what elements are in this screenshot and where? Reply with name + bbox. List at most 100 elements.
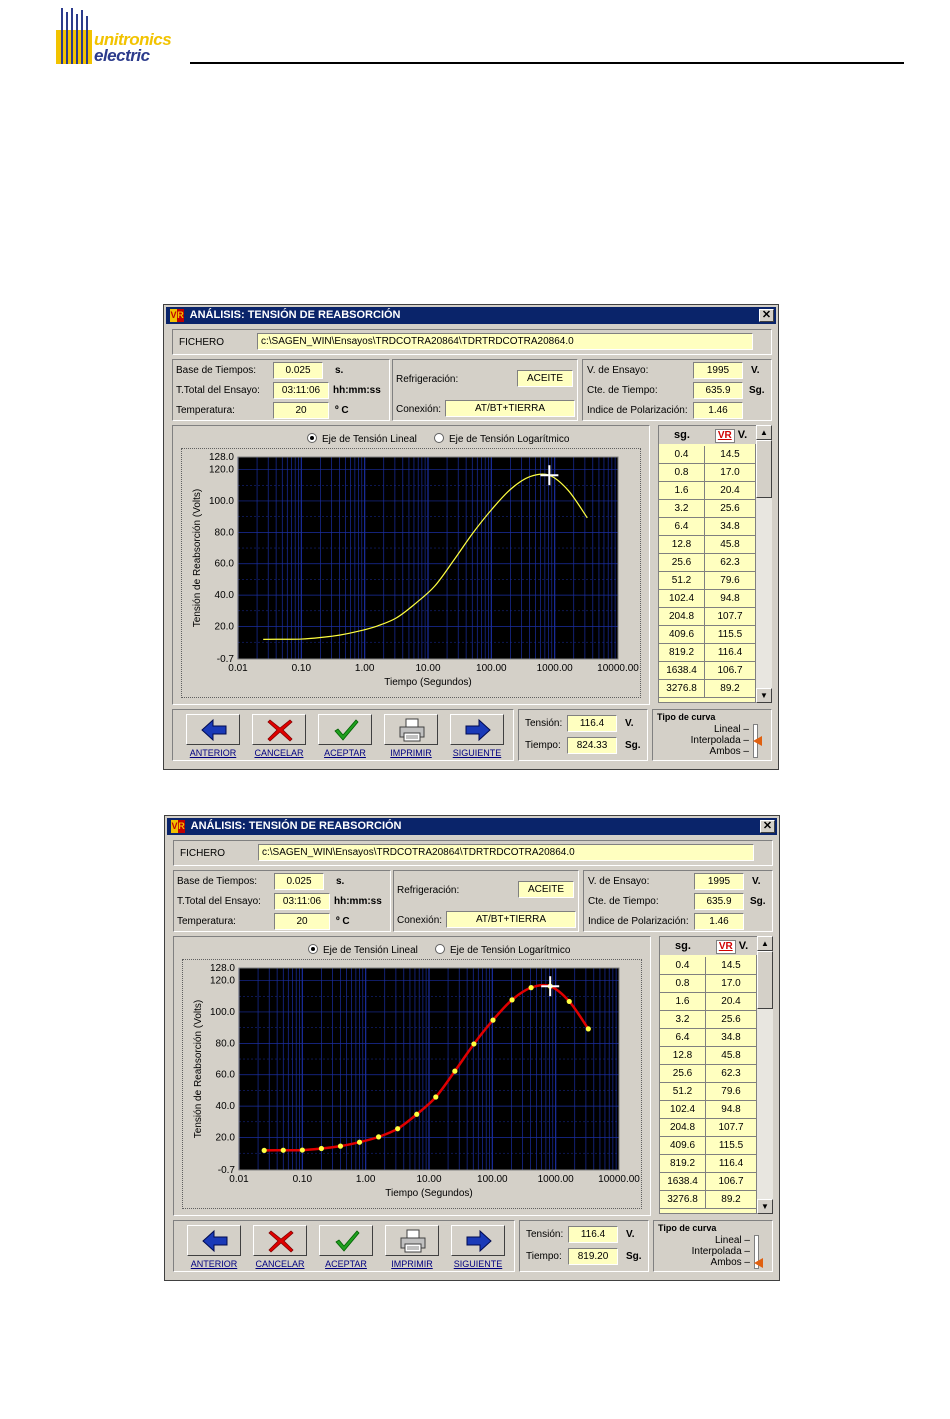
close-button[interactable]: ✕ <box>759 309 774 322</box>
table-cell-v[interactable]: 107.7 <box>706 1119 757 1137</box>
table-cell-v[interactable]: 94.8 <box>705 590 756 608</box>
cancelar-button[interactable]: CANCELAR <box>249 714 309 758</box>
tipo-ambos-option[interactable]: Ambos – <box>711 1257 750 1268</box>
table-cell-sg[interactable]: 409.6 <box>659 626 705 644</box>
table-cell-sg[interactable]: 1.6 <box>660 993 706 1011</box>
base-tiempos-field[interactable]: 0.025 <box>273 362 323 379</box>
table-cell-sg[interactable]: 3.2 <box>659 500 705 518</box>
table-cell-v[interactable]: 79.6 <box>706 1083 757 1101</box>
conexion-field[interactable]: AT/BT+TIERRA <box>445 400 575 417</box>
cancelar-button[interactable]: CANCELAR <box>250 1225 310 1269</box>
aceptar-button[interactable]: ACEPTAR <box>315 714 375 758</box>
table-cell-v[interactable]: 62.3 <box>706 1065 757 1083</box>
indice-pol-field[interactable]: 1.46 <box>693 402 743 419</box>
table-cell-v[interactable]: 14.5 <box>706 957 757 975</box>
v-ensayo-field[interactable]: 1995 <box>693 362 743 379</box>
table-cell-sg[interactable]: 409.6 <box>660 1137 706 1155</box>
table-cell-sg[interactable]: 3276.8 <box>659 680 705 698</box>
total-ensayo-field[interactable]: 03:11:06 <box>274 893 330 910</box>
temperatura-field[interactable]: 20 <box>273 402 329 419</box>
table-cell-sg[interactable]: 6.4 <box>660 1029 706 1047</box>
table-cell-sg[interactable]: 25.6 <box>659 554 705 572</box>
temperatura-field[interactable]: 20 <box>274 913 330 930</box>
siguiente-button[interactable]: SIGUIENTE <box>448 1225 508 1269</box>
table-cell-sg[interactable]: 3276.8 <box>660 1191 706 1209</box>
v-ensayo-field[interactable]: 1995 <box>694 873 744 890</box>
conexion-field[interactable]: AT/BT+TIERRA <box>446 911 576 928</box>
table-cell-v[interactable]: 115.5 <box>705 626 756 644</box>
table-cell-v[interactable]: 106.7 <box>705 662 756 680</box>
table-cell-sg[interactable]: 25.6 <box>660 1065 706 1083</box>
table-cell-v[interactable]: 17.0 <box>705 464 756 482</box>
tipo-interpolada-option[interactable]: Interpolada – <box>692 1246 750 1257</box>
radio-eje-logaritmico[interactable]: Eje de Tensión Logarítmico <box>435 944 570 956</box>
table-cell-v[interactable]: 25.6 <box>705 500 756 518</box>
fichero-path-field[interactable]: c:\SAGEN_WIN\Ensayos\TRDCOTRA20864\TDRTR… <box>258 844 754 861</box>
base-tiempos-field[interactable]: 0.025 <box>274 873 324 890</box>
siguiente-button[interactable]: SIGUIENTE <box>447 714 507 758</box>
data-table[interactable]: sg. VR V. 0.4 14.5 0.8 17.0 1.6 20.4 3.2 25.6 6.… <box>658 425 757 703</box>
scroll-thumb[interactable] <box>757 951 773 1009</box>
table-cell-sg[interactable]: 0.4 <box>659 446 705 464</box>
fichero-path-field[interactable]: c:\SAGEN_WIN\Ensayos\TRDCOTRA20864\TDRTR… <box>257 333 753 350</box>
indice-pol-field[interactable]: 1.46 <box>694 913 744 930</box>
tipo-ambos-option[interactable]: Ambos – <box>710 746 749 757</box>
table-cell-v[interactable]: 20.4 <box>705 482 756 500</box>
table-cell-v[interactable]: 20.4 <box>706 993 757 1011</box>
table-cell-v[interactable]: 34.8 <box>706 1029 757 1047</box>
table-cell-v[interactable]: 116.4 <box>706 1155 757 1173</box>
window-titlebar[interactable]: VR ANÁLISIS: TENSIÓN DE REABSORCIÓN ✕ <box>167 818 777 835</box>
table-cell-v[interactable]: 45.8 <box>705 536 756 554</box>
imprimir-button[interactable]: IMPRIMIR <box>382 1225 442 1269</box>
scroll-up-icon[interactable]: ▲ <box>756 425 772 440</box>
scroll-up-icon[interactable]: ▲ <box>757 936 773 951</box>
table-cell-v[interactable]: 94.8 <box>706 1101 757 1119</box>
window-titlebar[interactable]: VR ANÁLISIS: TENSIÓN DE REABSORCIÓN ✕ <box>166 307 776 324</box>
table-cell-sg[interactable]: 51.2 <box>659 572 705 590</box>
anterior-button[interactable]: ANTERIOR <box>183 714 243 758</box>
table-cell-v[interactable]: 89.2 <box>705 680 756 698</box>
table-cell-v[interactable]: 25.6 <box>706 1011 757 1029</box>
table-cell-v[interactable]: 106.7 <box>706 1173 757 1191</box>
table-cell-sg[interactable]: 12.8 <box>659 536 705 554</box>
table-cell-sg[interactable]: 102.4 <box>660 1101 706 1119</box>
table-cell-v[interactable]: 116.4 <box>705 644 756 662</box>
scroll-down-icon[interactable]: ▼ <box>756 688 772 703</box>
tipo-lineal-option[interactable]: Lineal – <box>715 1235 750 1246</box>
radio-eje-logaritmico[interactable]: Eje de Tensión Logarítmico <box>434 433 569 445</box>
refrigeracion-field[interactable]: ACEITE <box>517 370 573 387</box>
table-cell-v[interactable]: 17.0 <box>706 975 757 993</box>
cte-tiempo-field[interactable]: 635.9 <box>693 382 743 399</box>
cte-tiempo-field[interactable]: 635.9 <box>694 893 744 910</box>
imprimir-button[interactable]: IMPRIMIR <box>381 714 441 758</box>
table-cell-sg[interactable]: 6.4 <box>659 518 705 536</box>
aceptar-button[interactable]: ACEPTAR <box>316 1225 376 1269</box>
table-cell-sg[interactable]: 51.2 <box>660 1083 706 1101</box>
table-cell-sg[interactable]: 1.6 <box>659 482 705 500</box>
refrigeracion-field[interactable]: ACEITE <box>518 881 574 898</box>
selector-pointer-icon[interactable] <box>753 736 762 746</box>
close-button[interactable]: ✕ <box>760 820 775 833</box>
tipo-interpolada-option[interactable]: Interpolada – <box>691 735 749 746</box>
table-cell-sg[interactable]: 204.8 <box>660 1119 706 1137</box>
table-cell-sg[interactable]: 3.2 <box>660 1011 706 1029</box>
total-ensayo-field[interactable]: 03:11:06 <box>273 382 329 399</box>
data-table[interactable]: sg. VR V. 0.4 14.5 0.8 17.0 1.6 20.4 3.2 25.6 6.… <box>659 936 758 1214</box>
table-cell-sg[interactable]: 1638.4 <box>659 662 705 680</box>
table-cell-sg[interactable]: 102.4 <box>659 590 705 608</box>
selector-pointer-icon[interactable] <box>754 1258 763 1268</box>
radio-eje-lineal[interactable]: Eje de Tensión Lineal <box>307 433 417 445</box>
tipo-lineal-option[interactable]: Lineal – <box>714 724 749 735</box>
table-cell-sg[interactable]: 1638.4 <box>660 1173 706 1191</box>
table-scrollbar[interactable]: ▲ ▼ <box>756 425 772 703</box>
table-cell-v[interactable]: 107.7 <box>705 608 756 626</box>
table-cell-sg[interactable]: 0.8 <box>659 464 705 482</box>
table-cell-v[interactable]: 14.5 <box>705 446 756 464</box>
radio-eje-lineal[interactable]: Eje de Tensión Lineal <box>308 944 418 956</box>
table-cell-sg[interactable]: 204.8 <box>659 608 705 626</box>
table-cell-v[interactable]: 34.8 <box>705 518 756 536</box>
table-cell-v[interactable]: 62.3 <box>705 554 756 572</box>
table-cell-sg[interactable]: 819.2 <box>659 644 705 662</box>
anterior-button[interactable]: ANTERIOR <box>184 1225 244 1269</box>
table-cell-sg[interactable]: 12.8 <box>660 1047 706 1065</box>
